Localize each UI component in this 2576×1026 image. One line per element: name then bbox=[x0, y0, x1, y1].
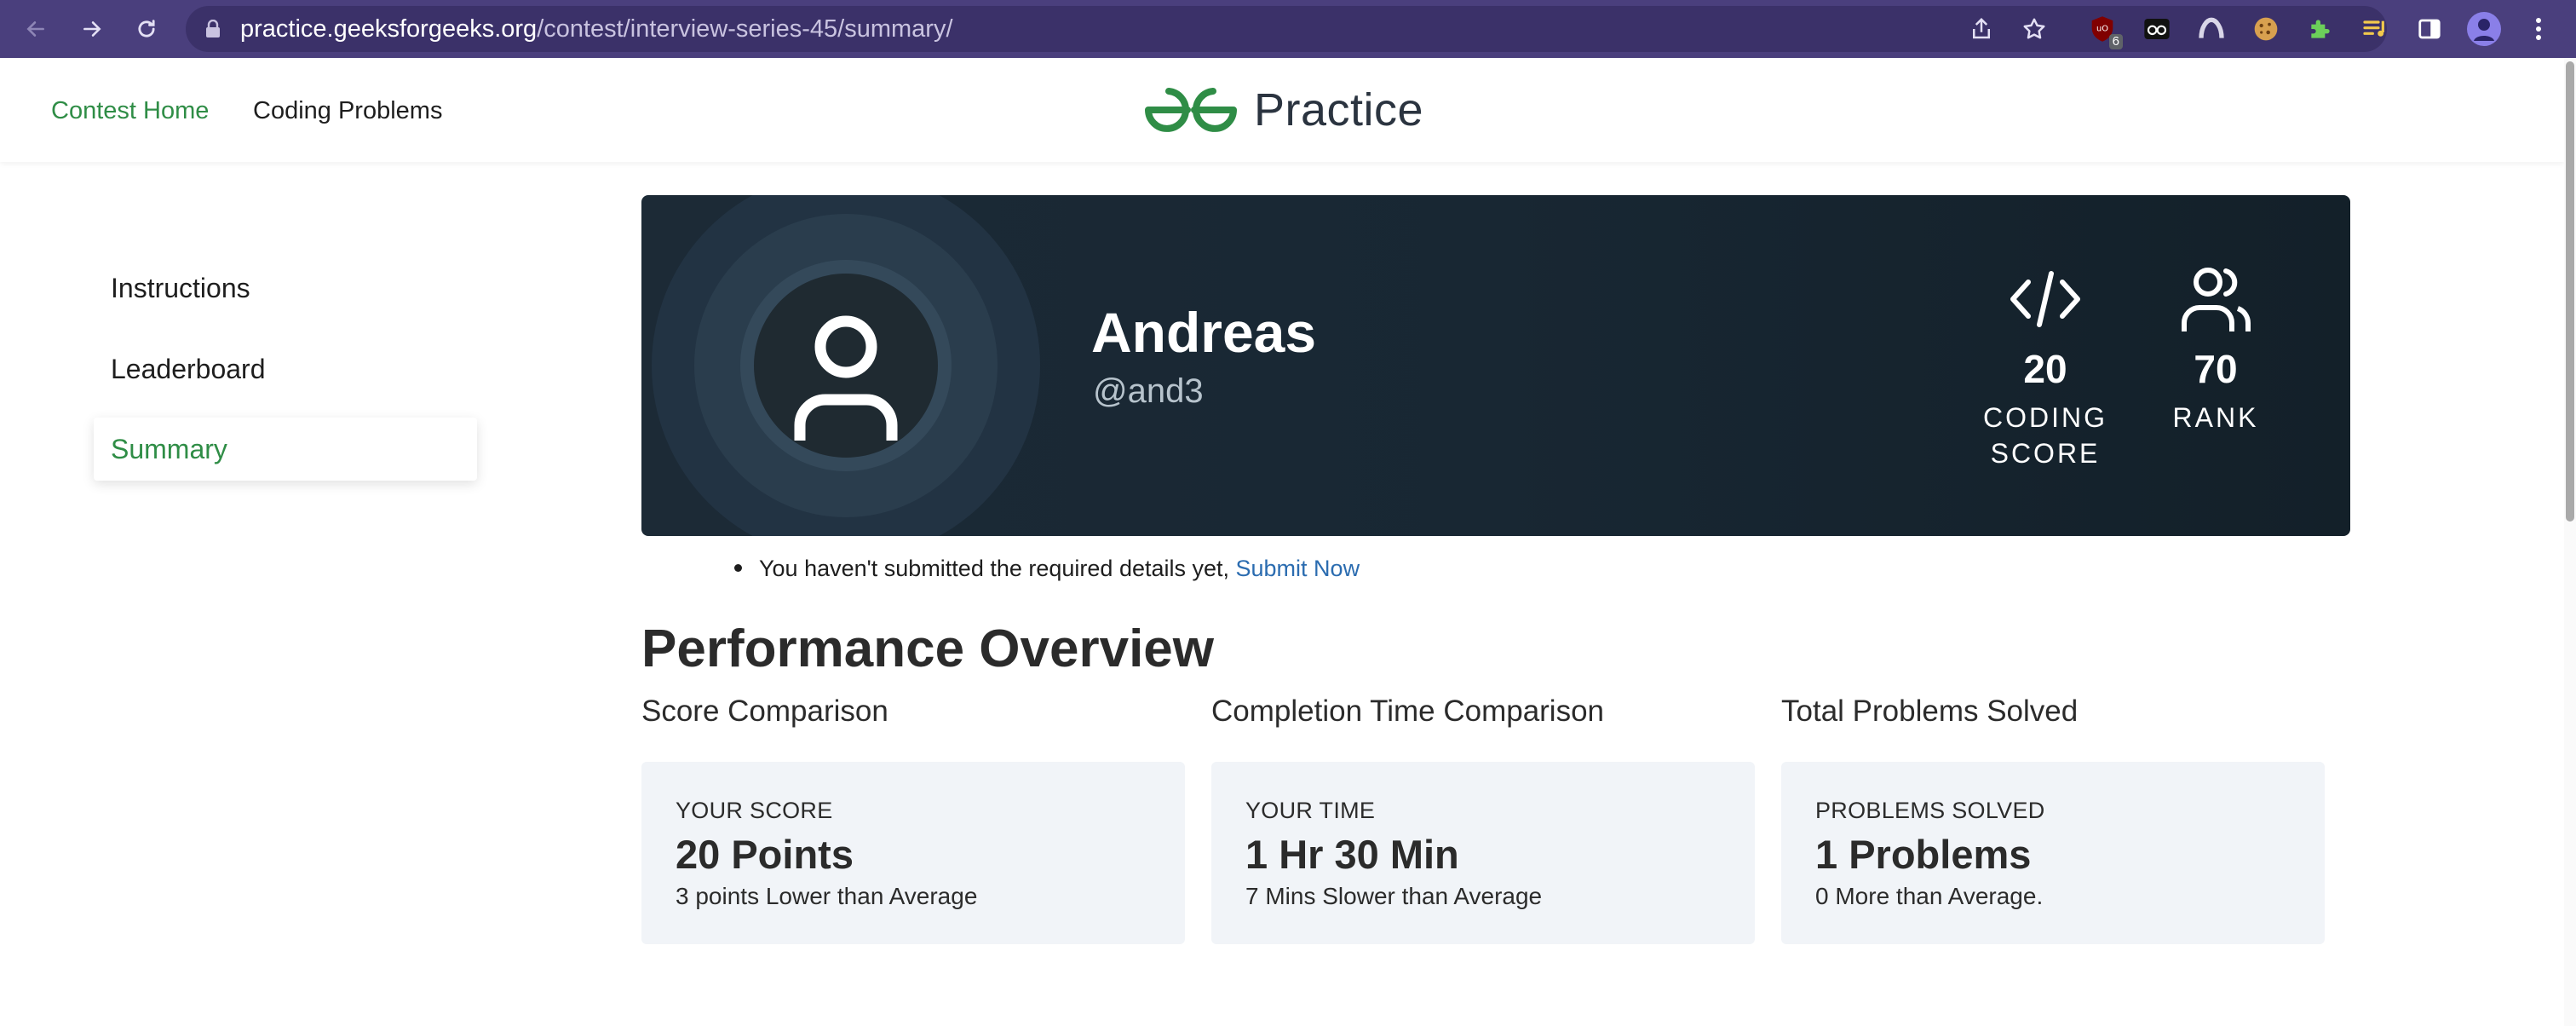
profile-avatar-button[interactable] bbox=[2467, 12, 2501, 46]
sidebar-item-summary-label: Summary bbox=[111, 434, 227, 464]
submit-now-link[interactable]: Submit Now bbox=[1236, 556, 1360, 581]
logo-text: Practice bbox=[1254, 84, 1424, 135]
reload-button[interactable] bbox=[129, 12, 164, 46]
back-button[interactable] bbox=[19, 12, 53, 46]
extension-badge: 6 bbox=[2108, 34, 2123, 49]
score-comparison-text: 3 points Lower than Average bbox=[676, 883, 978, 909]
coding-score-label-line2: SCORE bbox=[1990, 438, 2101, 469]
browser-menu-button[interactable] bbox=[2521, 12, 2556, 46]
side-panel-button[interactable] bbox=[2412, 12, 2447, 46]
nav-contest-home[interactable]: Contest Home bbox=[51, 97, 209, 124]
sidebar-item-summary[interactable]: Summary bbox=[94, 418, 477, 481]
time-comparison-text: 7 Mins Slower than Average bbox=[1245, 883, 1543, 909]
score-caption: YOUR SCORE bbox=[676, 798, 833, 823]
coding-score-stat: 20 CODING SCORE bbox=[1981, 263, 2109, 471]
side-panel-icon bbox=[2418, 19, 2441, 39]
share-icon[interactable] bbox=[1969, 16, 1994, 42]
lock-icon bbox=[206, 20, 220, 37]
url-host: practice.geeksforgeeks.org bbox=[240, 15, 538, 43]
reading-list-button[interactable] bbox=[2358, 12, 2392, 46]
users-icon bbox=[2182, 268, 2251, 331]
gfg-practice-logo[interactable]: Practice bbox=[1143, 82, 1423, 138]
url-path: /contest/interview-series-45/summary/ bbox=[537, 15, 953, 43]
score-value: 20 Points bbox=[676, 832, 854, 877]
bookmark-star-icon[interactable] bbox=[2021, 16, 2047, 42]
reload-icon bbox=[138, 20, 155, 37]
url-text: practice.geeksforgeeks.org/contest/inter… bbox=[240, 16, 953, 42]
problems-caption: PROBLEMS SOLVED bbox=[1815, 798, 2045, 823]
problems-comparison-text: 0 More than Average. bbox=[1815, 883, 2044, 909]
performance-overview-heading: Performance Overview bbox=[641, 620, 1215, 678]
gfg-logo-icon bbox=[1145, 88, 1237, 132]
coding-score-value: 20 bbox=[2023, 347, 2067, 391]
score-comparison-heading: Score Comparison bbox=[641, 695, 888, 728]
back-arrow-icon bbox=[26, 21, 44, 37]
coding-score-label-line1: CODING bbox=[1983, 402, 2107, 433]
site-header: Contest Home Coding Problems Practice bbox=[0, 58, 2564, 162]
rank-label: RANK bbox=[2172, 402, 2259, 433]
forward-arrow-icon bbox=[83, 21, 101, 37]
kebab-menu-icon bbox=[2536, 18, 2541, 40]
svg-text:uO: uO bbox=[2096, 24, 2108, 33]
glasses-icon bbox=[2144, 19, 2170, 39]
code-brackets-icon bbox=[2010, 271, 2080, 327]
ublock-extension-button[interactable]: uO 6 bbox=[2085, 12, 2123, 49]
rank-stat: 70 RANK bbox=[2152, 263, 2280, 435]
rank-value: 70 bbox=[2194, 347, 2238, 391]
score-card: YOUR SCORE 20 Points 3 points Lower than… bbox=[641, 762, 1185, 944]
problems-value: 1 Problems bbox=[1815, 832, 2032, 877]
problems-card: PROBLEMS SOLVED 1 Problems 0 More than A… bbox=[1781, 762, 2325, 944]
extensions-puzzle-button[interactable] bbox=[2303, 12, 2337, 46]
puzzle-icon bbox=[2311, 20, 2330, 38]
address-bar[interactable]: practice.geeksforgeeks.org/contest/inter… bbox=[186, 6, 2387, 52]
completion-time-heading: Completion Time Comparison bbox=[1211, 695, 1605, 728]
notice-text: You haven't submitted the required detai… bbox=[759, 556, 1236, 581]
time-value: 1 Hr 30 Min bbox=[1245, 832, 1459, 877]
problems-solved-heading: Total Problems Solved bbox=[1781, 695, 2079, 728]
sidebar-item-leaderboard[interactable]: Leaderboard bbox=[111, 354, 265, 384]
forward-button[interactable] bbox=[75, 12, 109, 46]
extension-arc-button[interactable] bbox=[2194, 12, 2228, 46]
bullet-dot bbox=[734, 564, 742, 573]
user-avatar-icon bbox=[794, 315, 898, 441]
cookie-icon bbox=[2254, 17, 2278, 41]
details-notice: You haven't submitted the required detai… bbox=[734, 555, 1360, 582]
time-card: YOUR TIME 1 Hr 30 Min 7 Mins Slower than… bbox=[1211, 762, 1755, 944]
extension-glasses-button[interactable] bbox=[2140, 12, 2174, 46]
profile-avatar-icon bbox=[2467, 12, 2501, 46]
extension-cookie-button[interactable] bbox=[2249, 12, 2283, 46]
scrollbar-thumb[interactable] bbox=[2566, 61, 2574, 522]
profile-handle: @and3 bbox=[1093, 372, 1204, 410]
arc-icon bbox=[2199, 17, 2224, 38]
profile-name: Andreas bbox=[1091, 301, 1317, 364]
sidebar-item-instructions[interactable]: Instructions bbox=[111, 273, 250, 303]
nav-coding-problems[interactable]: Coding Problems bbox=[253, 97, 442, 124]
time-caption: YOUR TIME bbox=[1245, 798, 1376, 823]
browser-toolbar: practice.geeksforgeeks.org/contest/inter… bbox=[0, 0, 2576, 58]
profile-banner: Andreas @and3 20 CODING SCORE 70 RANK bbox=[641, 195, 2350, 536]
playlist-icon bbox=[2363, 20, 2384, 37]
